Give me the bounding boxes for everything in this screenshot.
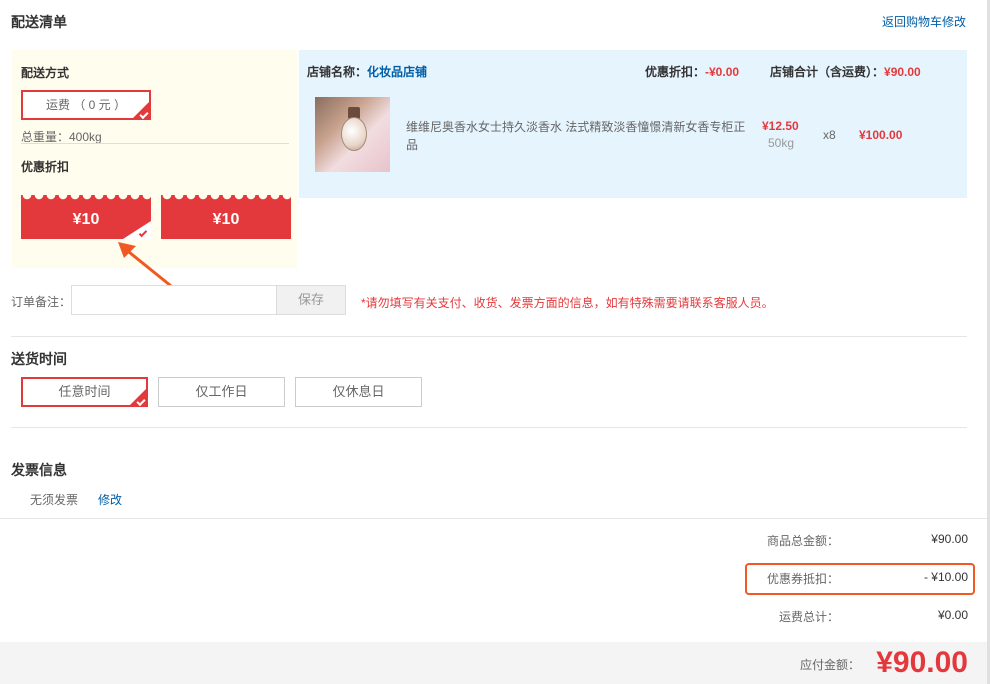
- coupon-card-2[interactable]: ¥10: [161, 195, 291, 239]
- shipping-fee-label: 运费 （ 0 元 ）: [45, 98, 126, 112]
- delivery-time-title: 送货时间: [11, 351, 67, 367]
- store-name-link[interactable]: 化妆品店铺: [367, 65, 427, 79]
- back-to-cart-link[interactable]: 返回购物车修改: [882, 13, 966, 30]
- invoice-title: 发票信息: [11, 462, 67, 478]
- goods-total-value: ¥90.00: [931, 532, 968, 546]
- divider: [11, 427, 967, 428]
- store-discount-value: -¥0.00: [705, 65, 740, 79]
- coupon-card-1[interactable]: ¥10: [21, 195, 151, 239]
- coupon-edge: [161, 195, 291, 201]
- divider: [21, 143, 289, 144]
- payable-label: 应付金额：: [800, 658, 861, 672]
- product-image[interactable]: [315, 97, 390, 172]
- coupon-deduction-label: 优惠券抵扣：: [767, 572, 840, 586]
- delivery-option-weekend[interactable]: 仅休息日: [295, 377, 422, 407]
- divider: [0, 518, 990, 519]
- store-total-value: ¥90.00: [884, 65, 921, 79]
- product-weight: 50kg: [768, 136, 795, 150]
- product-subtotal: ¥100.00: [859, 128, 903, 142]
- freight-total-label: 运费总计：: [779, 610, 840, 624]
- shipping-fee-button[interactable]: 运费 （ 0 元 ）: [21, 90, 151, 120]
- delivery-option-workday[interactable]: 仅工作日: [158, 377, 285, 407]
- coupon-value: ¥10: [72, 211, 100, 228]
- perfume-bottle: [341, 117, 367, 151]
- goods-total-label: 商品总金额：: [767, 534, 840, 548]
- section-title: 配送清单: [11, 14, 67, 30]
- product-title[interactable]: 维维尼奥香水女士持久淡香水 法式精致淡香憧憬清新女香专柜正品: [406, 118, 751, 154]
- product-qty: x8: [823, 128, 836, 142]
- option-label: 任意时间: [58, 384, 111, 399]
- product-price: ¥12.50: [762, 119, 799, 133]
- option-label: 仅休息日: [332, 384, 385, 399]
- invoice-edit-link[interactable]: 修改: [98, 491, 122, 508]
- invoice-value: 无须发票: [30, 493, 79, 507]
- remark-input[interactable]: [71, 285, 277, 315]
- coupon-value: ¥10: [212, 211, 240, 228]
- discount-label: 优惠折扣: [21, 160, 70, 174]
- coupon-deduction-value: - ¥10.00: [923, 570, 968, 584]
- remark-label: 订单备注：: [11, 295, 72, 309]
- save-button[interactable]: 保存: [276, 285, 346, 315]
- shipping-method-label: 配送方式: [21, 66, 70, 80]
- option-label: 仅工作日: [195, 384, 248, 399]
- store-name-row: 店铺名称：化妆品店铺: [307, 63, 427, 80]
- freight-total-value: ¥0.00: [937, 608, 968, 622]
- store-total: 店铺合计（含运费）：¥90.00: [770, 63, 921, 80]
- remark-notice: *请勿填写有关支付、收货、发票方面的信息，如有特殊需要请联系客服人员。: [361, 296, 774, 310]
- payable-value: ¥90.00: [876, 646, 968, 679]
- store-discount: 优惠折扣：-¥0.00: [645, 63, 739, 80]
- store-total-label: 店铺合计（含运费）：: [770, 65, 885, 79]
- coupon-edge: [21, 195, 151, 201]
- store-discount-label: 优惠折扣：: [645, 65, 706, 79]
- store-name-label: 店铺名称：: [307, 65, 368, 79]
- divider: [11, 336, 967, 337]
- delivery-option-any[interactable]: 任意时间: [21, 377, 148, 407]
